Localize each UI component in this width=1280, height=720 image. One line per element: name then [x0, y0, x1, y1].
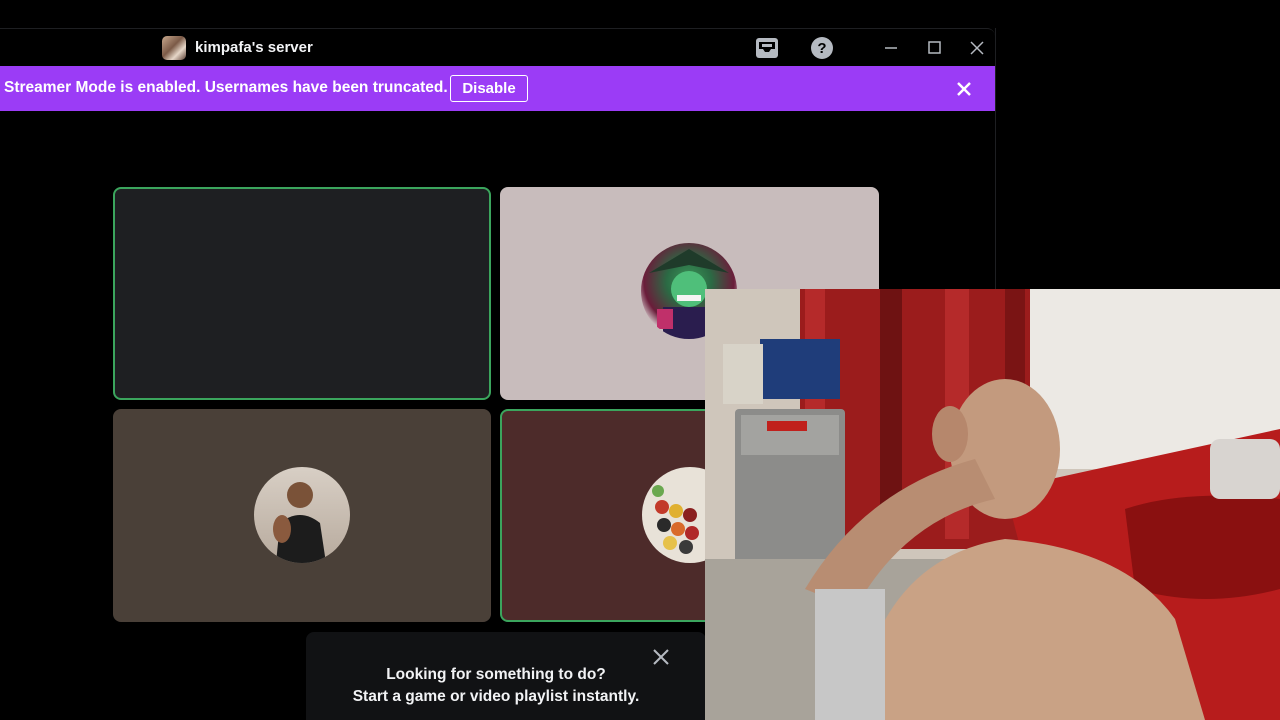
streamer-mode-banner: Streamer Mode is enabled. Usernames have… — [0, 66, 995, 111]
close-icon[interactable] — [966, 38, 988, 58]
streamer-mode-text: Streamer Mode is enabled. Usernames have… — [4, 79, 448, 96]
person-silhouette-icon — [273, 482, 326, 563]
server-icon[interactable] — [162, 36, 186, 60]
disable-streamer-mode-button[interactable]: Disable — [450, 75, 528, 102]
activity-close-icon[interactable] — [650, 646, 672, 668]
webcam-scene-image — [705, 289, 1280, 720]
activity-title: Looking for something to do? — [386, 666, 606, 683]
person-avatar — [254, 467, 350, 563]
svg-text:?: ? — [817, 40, 826, 57]
maximize-icon[interactable] — [923, 38, 945, 58]
banner-close-icon[interactable] — [953, 78, 975, 100]
activity-subtitle: Start a game or video playlist instantly… — [352, 688, 640, 705]
activity-suggestion-card: Looking for something to do? Start a gam… — [306, 632, 706, 720]
inbox-icon[interactable] — [755, 36, 779, 60]
minimize-icon[interactable] — [880, 38, 902, 58]
server-name: kimpafa's server — [195, 39, 313, 56]
voice-tile-3[interactable] — [113, 409, 491, 622]
webcam-feed — [705, 289, 1280, 720]
help-icon[interactable]: ? — [810, 36, 834, 60]
voice-tile-1[interactable] — [113, 187, 491, 400]
title-bar: kimpafa's server ? — [0, 28, 995, 67]
